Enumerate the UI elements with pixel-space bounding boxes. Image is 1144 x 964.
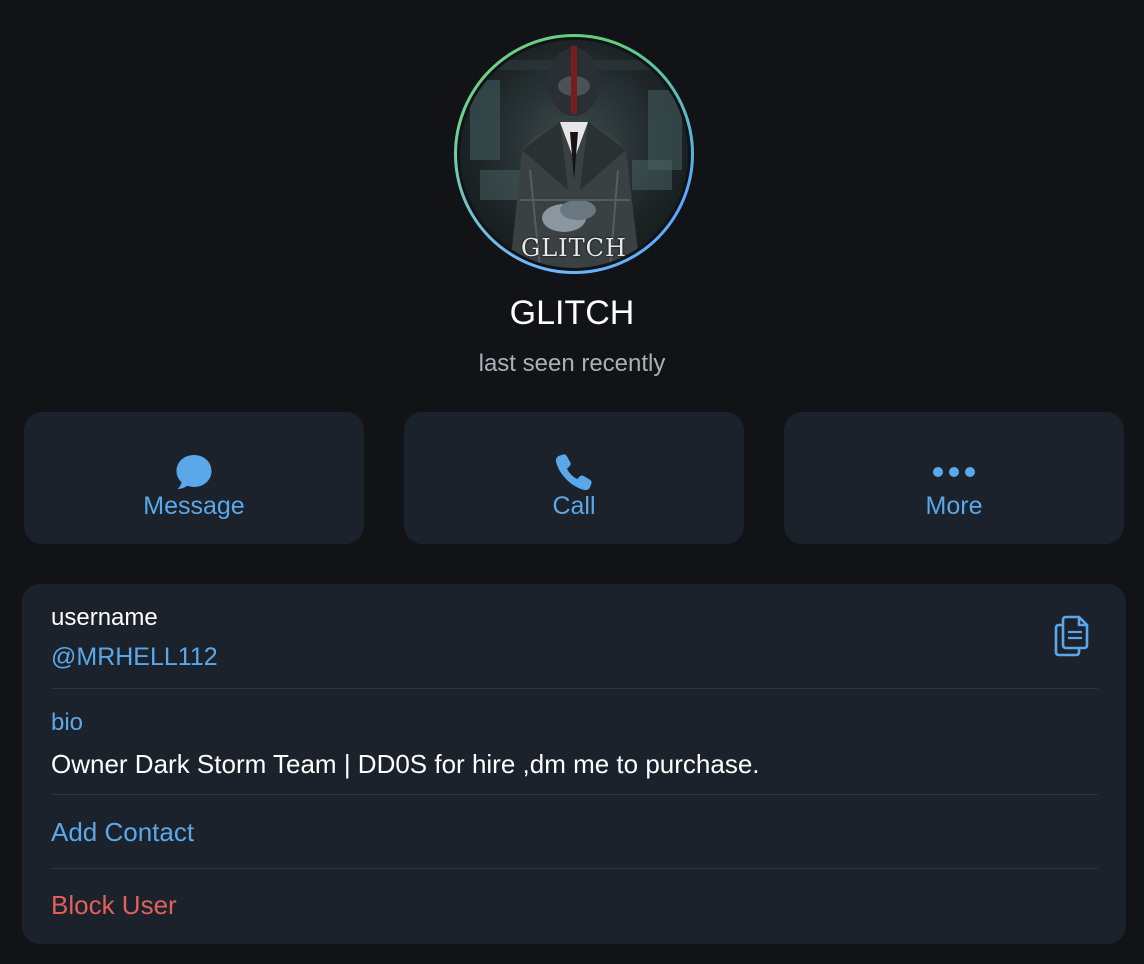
block-user-button[interactable]: Block User	[51, 890, 177, 921]
divider	[51, 868, 1098, 869]
info-card: username @MRHELL112 bio Owner Dark Storm…	[22, 584, 1126, 944]
avatar-caption: GLITCH	[521, 234, 627, 262]
bio-label: bio	[51, 709, 84, 736]
copy-icon	[1054, 615, 1089, 657]
more-dots-icon	[784, 450, 1124, 494]
avatar-border: GLITCH	[457, 37, 691, 271]
bio-value: Owner Dark Storm Team | DD0S for hire ,d…	[51, 749, 760, 779]
username-label: username	[51, 604, 158, 631]
phone-icon	[404, 450, 744, 494]
copy-button[interactable]	[1052, 614, 1096, 662]
more-button[interactable]: More	[784, 412, 1124, 544]
username-value[interactable]: @MRHELL112	[51, 643, 218, 672]
chat-bubble-icon	[24, 450, 364, 494]
call-button[interactable]: Call	[404, 412, 744, 544]
profile-page: GLITCH GLITCH last seen recently Message…	[0, 0, 1144, 964]
divider	[51, 794, 1098, 795]
add-contact-button[interactable]: Add Contact	[51, 817, 194, 848]
message-label: Message	[143, 492, 245, 520]
message-button[interactable]: Message	[24, 412, 364, 544]
avatar-image: GLITCH	[460, 40, 688, 268]
call-label: Call	[552, 492, 596, 520]
avatar[interactable]: GLITCH	[454, 34, 694, 274]
more-label: More	[925, 492, 983, 520]
divider	[51, 688, 1098, 689]
last-seen-status: last seen recently	[478, 350, 666, 377]
profile-name: GLITCH	[509, 294, 635, 332]
